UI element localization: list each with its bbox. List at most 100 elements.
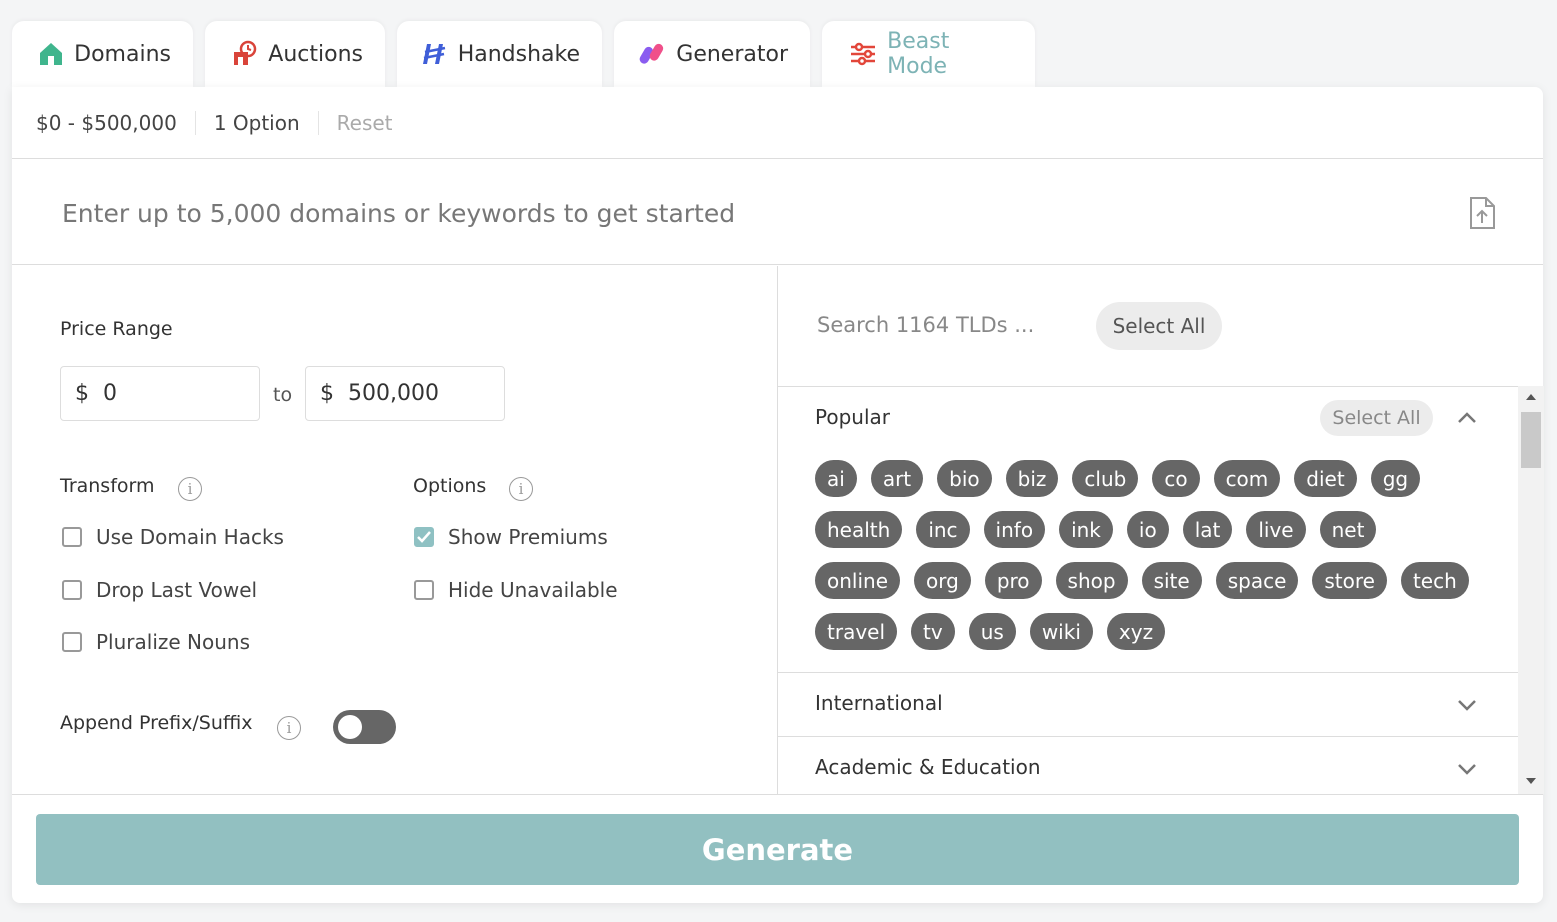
academic-section-title[interactable]: Academic & Education — [815, 755, 1041, 779]
tld-chip-org[interactable]: org — [914, 562, 971, 599]
pluralize-nouns-checkbox[interactable]: Pluralize Nouns — [62, 630, 250, 654]
transform-info-icon[interactable]: i — [178, 477, 202, 501]
checkbox-box[interactable] — [62, 580, 82, 600]
tab-auctions[interactable]: Auctions — [205, 21, 385, 87]
select-all-tlds-button[interactable]: Select All — [1096, 302, 1222, 350]
append-prefix-suffix-label: Append Prefix/Suffix — [60, 712, 253, 734]
checkbox-label: Pluralize Nouns — [96, 630, 251, 654]
checkbox-label: Hide Unavailable — [448, 578, 618, 602]
checkmark-icon — [417, 531, 431, 543]
tab-beast-mode[interactable]: Beast Mode — [822, 21, 1035, 87]
tld-chip-travel[interactable]: travel — [815, 613, 898, 650]
checkbox-box[interactable] — [62, 632, 82, 652]
sliders-icon — [846, 37, 879, 71]
tld-scrollbar[interactable] — [1518, 386, 1544, 794]
drop-last-vowel-checkbox[interactable]: Drop Last Vowel — [62, 578, 257, 602]
reset-button[interactable]: Reset — [337, 111, 411, 135]
hide-unavailable-checkbox[interactable]: Hide Unavailable — [414, 578, 618, 602]
tld-chip-site[interactable]: site — [1141, 562, 1202, 599]
options-info-icon[interactable]: i — [509, 477, 533, 501]
domains-input[interactable] — [60, 190, 1364, 236]
tld-chip-xyz[interactable]: xyz — [1106, 613, 1166, 650]
tld-chip-inc[interactable]: inc — [916, 511, 970, 548]
tab-label: Generator — [676, 41, 788, 67]
tld-chip-biz[interactable]: biz — [1005, 460, 1059, 497]
append-info-icon[interactable]: i — [277, 716, 301, 740]
currency-symbol: $ — [320, 381, 334, 406]
generate-button[interactable]: Generate — [36, 814, 1519, 885]
tld-chip-us[interactable]: us — [968, 613, 1016, 650]
handshake-icon — [421, 37, 450, 71]
generator-icon — [638, 37, 668, 71]
beast-mode-panel: $0 - $500,000 1 Option Reset Price Range… — [12, 87, 1544, 903]
auction-icon — [229, 37, 260, 71]
show-premiums-checkbox[interactable]: Show Premiums — [414, 525, 608, 549]
tld-chip-ink[interactable]: ink — [1059, 511, 1113, 548]
toggle-knob — [338, 715, 362, 739]
tld-chip-live[interactable]: live — [1246, 511, 1306, 548]
price-filter-chip[interactable]: $0 - $500,000 — [36, 110, 196, 135]
tld-chip-bio[interactable]: bio — [937, 460, 992, 497]
tld-chip-club[interactable]: club — [1072, 460, 1139, 497]
international-section-title[interactable]: International — [815, 691, 943, 715]
tld-chip-space[interactable]: space — [1215, 562, 1299, 599]
tld-chip-net[interactable]: net — [1319, 511, 1377, 548]
tld-chip-gg[interactable]: gg — [1370, 460, 1421, 497]
tld-chip-tv[interactable]: tv — [911, 613, 955, 650]
tld-chip-info[interactable]: info — [983, 511, 1046, 548]
tld-chip-lat[interactable]: lat — [1182, 511, 1233, 548]
price-range-label: Price Range — [60, 318, 173, 340]
tab-generator[interactable]: Generator — [614, 21, 810, 87]
options-label: Options — [413, 475, 487, 497]
tld-chip-tech[interactable]: tech — [1400, 562, 1469, 599]
scroll-up-arrow-icon[interactable] — [1526, 394, 1536, 400]
tld-chip-pro[interactable]: pro — [984, 562, 1042, 599]
tld-chip-io[interactable]: io — [1126, 511, 1169, 548]
scrollbar-thumb[interactable] — [1521, 412, 1541, 468]
tld-chip-health[interactable]: health — [815, 511, 903, 548]
chevron-down-icon[interactable] — [1457, 699, 1477, 711]
house-icon — [36, 37, 66, 71]
tld-panel: Select All Popular Select All aiartbiobi… — [777, 266, 1544, 795]
scroll-down-arrow-icon[interactable] — [1526, 778, 1536, 784]
tld-category-list: Popular Select All ai art bio biz club co com d… — [778, 386, 1518, 795]
tld-chip-diet[interactable]: diet — [1294, 460, 1357, 497]
section-divider — [778, 736, 1518, 737]
options-filter-chip[interactable]: 1 Option — [214, 110, 319, 135]
chevron-up-icon[interactable] — [1457, 412, 1477, 424]
tld-chip-com[interactable]: com — [1213, 460, 1281, 497]
settings-panel: Price Range $ to $ Transform i Options i… — [12, 266, 777, 794]
checkbox-box[interactable] — [414, 580, 434, 600]
tld-search-input[interactable] — [815, 312, 1049, 338]
price-min-field[interactable]: $ — [60, 366, 260, 421]
tld-chip-shop[interactable]: shop — [1055, 562, 1128, 599]
tld-chip-online[interactable]: online — [815, 562, 901, 599]
checkbox-label: Use Domain Hacks — [96, 525, 284, 549]
tab-domains[interactable]: Domains — [12, 21, 193, 87]
chevron-down-icon[interactable] — [1457, 763, 1477, 775]
checkbox-label: Drop Last Vowel — [96, 578, 258, 602]
use-domain-hacks-checkbox[interactable]: Use Domain Hacks — [62, 525, 284, 549]
tld-chip-ai[interactable]: ai — [815, 460, 857, 497]
checkbox-box-checked[interactable] — [414, 527, 434, 547]
checkbox-box[interactable] — [62, 527, 82, 547]
price-max-field[interactable]: $ — [305, 366, 505, 421]
price-min-input[interactable] — [103, 381, 243, 406]
section-divider — [778, 672, 1518, 673]
tab-handshake[interactable]: Handshake — [397, 21, 602, 87]
currency-symbol: $ — [75, 381, 89, 406]
tab-label: Handshake — [457, 41, 580, 67]
checkbox-label: Show Premiums — [448, 525, 608, 549]
tld-chip-wiki[interactable]: wiki — [1029, 613, 1093, 650]
price-max-input[interactable] — [348, 381, 488, 406]
append-prefix-suffix-toggle[interactable] — [333, 710, 396, 744]
tab-label: Beast Mode — [887, 29, 950, 79]
tld-chip-co[interactable]: co — [1152, 460, 1200, 497]
select-all-popular-button[interactable]: Select All — [1320, 400, 1433, 436]
tld-chip-store[interactable]: store — [1312, 562, 1387, 599]
upload-file-icon[interactable] — [1468, 196, 1496, 230]
tld-chip-art[interactable]: art — [870, 460, 924, 497]
transform-label: Transform — [60, 475, 155, 497]
domain-entry-area — [12, 160, 1543, 265]
tab-label: Domains — [74, 41, 171, 67]
